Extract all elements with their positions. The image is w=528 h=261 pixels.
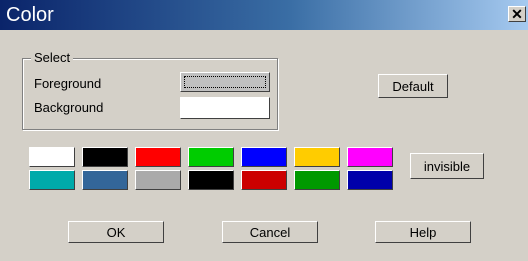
close-icon: ✕ [511,6,523,22]
close-button[interactable]: ✕ [508,6,526,22]
title-bar[interactable]: Color ✕ [0,0,528,30]
cancel-button[interactable]: Cancel [222,221,318,243]
color-swatch-r2-c4[interactable] [188,170,234,190]
ok-button[interactable]: OK [68,221,164,243]
dialog-title: Color [6,4,54,26]
default-button[interactable]: Default [378,74,448,98]
color-swatch-r2-c3[interactable] [135,170,181,190]
color-swatch-r1-c2[interactable] [82,147,128,167]
color-swatch-r1-c5[interactable] [241,147,287,167]
color-swatch-r1-c1[interactable] [29,147,75,167]
background-color-button[interactable] [180,97,270,119]
color-swatch-r2-c7[interactable] [347,170,393,190]
foreground-label: Foreground [34,76,102,91]
color-swatch-r1-c3[interactable] [135,147,181,167]
color-swatch-r2-c5[interactable] [241,170,287,190]
help-button[interactable]: Help [375,221,471,243]
select-groupbox: Select [22,50,278,130]
color-swatch-r1-c6[interactable] [294,147,340,167]
foreground-color-button[interactable] [180,72,270,92]
color-swatch-r2-c6[interactable] [294,170,340,190]
color-swatch-r1-c7[interactable] [347,147,393,167]
color-swatch-r1-c4[interactable] [188,147,234,167]
select-group-label: Select [31,50,74,66]
background-label: Background [34,100,104,115]
color-dialog: Color ✕ Select Foreground Background Def… [0,0,528,261]
color-swatch-r2-c2[interactable] [82,170,128,190]
color-swatch-r2-c1[interactable] [29,170,75,190]
invisible-button[interactable]: invisible [410,153,484,179]
